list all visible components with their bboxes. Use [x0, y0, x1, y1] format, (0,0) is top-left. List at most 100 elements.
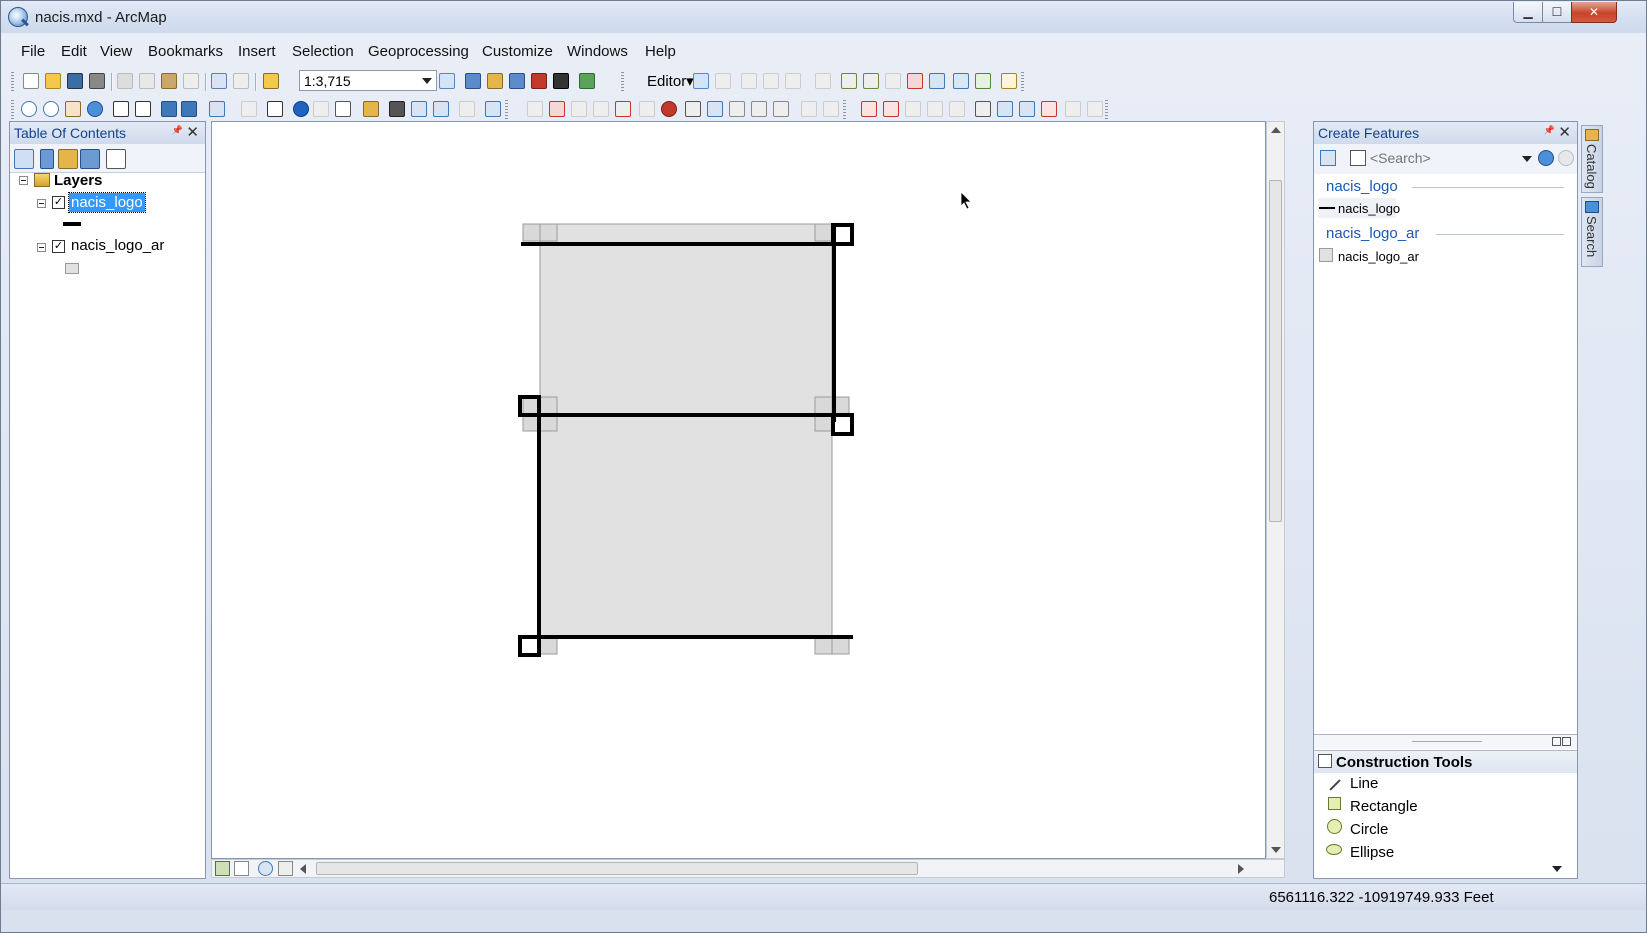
pause-drawing-icon[interactable]: [278, 861, 293, 876]
pin-icon[interactable]: 📌: [172, 125, 183, 136]
redo-icon[interactable]: [233, 73, 249, 89]
layer-visibility-checkbox[interactable]: ✓: [52, 240, 65, 253]
layer-name-nacis-logo[interactable]: nacis_logo: [68, 192, 146, 213]
layers-expander[interactable]: [19, 176, 28, 185]
template-search-input[interactable]: [1370, 149, 1520, 167]
filter-icon[interactable]: [1320, 150, 1336, 166]
map-display[interactable]: [211, 121, 1266, 859]
attributes-icon[interactable]: [953, 73, 969, 89]
find-route-icon[interactable]: [411, 101, 427, 117]
search-side-tab[interactable]: Search: [1581, 197, 1603, 267]
pan-hand-icon[interactable]: [65, 101, 81, 117]
template-item-nacis-logo-ar[interactable]: nacis_logo_ar: [1318, 246, 1419, 266]
scroll-up-icon[interactable]: [1271, 127, 1281, 133]
cut-icon[interactable]: [117, 73, 133, 89]
identify-icon[interactable]: [293, 101, 309, 117]
map-scale-combobox[interactable]: 1:3,715: [299, 70, 437, 91]
full-extent-globe-icon[interactable]: [87, 101, 103, 117]
edit-annotation-icon[interactable]: [715, 73, 731, 89]
toc-options-icon[interactable]: [106, 149, 126, 169]
error-inspector-icon[interactable]: [661, 101, 677, 117]
polygon-symbol-icon[interactable]: [65, 263, 79, 274]
toolbar-grip[interactable]: [843, 100, 846, 120]
layer-expander[interactable]: [37, 199, 46, 208]
menu-geoprocessing[interactable]: Geoprocessing: [368, 43, 469, 60]
add-data-icon[interactable]: [263, 73, 279, 89]
toolbar-grip[interactable]: [11, 72, 14, 92]
trim-icon[interactable]: [927, 101, 943, 117]
python-window-icon[interactable]: [553, 73, 569, 89]
catalog-side-tab[interactable]: Catalog: [1581, 125, 1603, 193]
toolbar-grip[interactable]: [11, 100, 14, 120]
restore-icon[interactable]: [1562, 737, 1571, 746]
toolbar-grip[interactable]: [505, 100, 508, 120]
split-tool-icon[interactable]: [907, 73, 923, 89]
tool-ellipse[interactable]: Ellipse: [1350, 844, 1394, 861]
menu-file[interactable]: File: [21, 43, 45, 60]
organize-templates-icon[interactable]: [1350, 150, 1366, 166]
menu-insert[interactable]: Insert: [238, 43, 276, 60]
close-icon[interactable]: ✕: [186, 123, 199, 141]
layout-view-icon[interactable]: [234, 861, 249, 876]
list-by-visibility-icon[interactable]: [58, 149, 78, 169]
union-icon[interactable]: [823, 101, 839, 117]
continue-feature-icon[interactable]: [751, 101, 767, 117]
html-popup-icon[interactable]: [335, 101, 351, 117]
clear-search-icon[interactable]: [1558, 150, 1574, 166]
tool-line[interactable]: Line: [1350, 775, 1378, 792]
straight-segment-icon[interactable]: [741, 73, 757, 89]
edit-vertices-icon[interactable]: [841, 73, 857, 89]
undo-icon[interactable]: [211, 73, 227, 89]
table-of-contents-window-icon[interactable]: [465, 73, 481, 89]
generalize-icon[interactable]: [685, 101, 701, 117]
move-vertex-icon[interactable]: [1087, 101, 1103, 117]
menu-edit[interactable]: Edit: [61, 43, 87, 60]
extend-icon[interactable]: [905, 101, 921, 117]
delete-vertex-icon[interactable]: [1041, 101, 1057, 117]
add-vertex-icon[interactable]: [1065, 101, 1081, 117]
validate-topology-icon[interactable]: [639, 101, 655, 117]
toolbar-grip[interactable]: [621, 72, 624, 92]
tool-rectangle[interactable]: Rectangle: [1350, 798, 1418, 815]
menu-view[interactable]: View: [100, 43, 132, 60]
horizontal-scrollbar-thumb[interactable]: [316, 862, 918, 875]
arctoolbox-icon[interactable]: [531, 73, 547, 89]
catalog-window-icon[interactable]: [487, 73, 503, 89]
scrollbar-thumb[interactable]: [1269, 180, 1282, 522]
modify-edge-icon[interactable]: [615, 101, 631, 117]
measure-icon[interactable]: [363, 101, 379, 117]
print-icon[interactable]: [89, 73, 105, 89]
fixed-zoom-out-icon[interactable]: [135, 101, 151, 117]
scroll-right-icon[interactable]: [1238, 864, 1244, 874]
close-icon[interactable]: ✕: [1558, 123, 1571, 141]
reshape-feature-icon[interactable]: [863, 73, 879, 89]
topology-edit-icon[interactable]: [527, 101, 543, 117]
chevron-down-icon[interactable]: [422, 78, 432, 84]
minimize-button[interactable]: ▁: [1513, 2, 1543, 23]
modelbuilder-icon[interactable]: [579, 73, 595, 89]
hyperlink-icon[interactable]: [313, 101, 329, 117]
panel-splitter[interactable]: [1314, 734, 1577, 749]
editor-toolbar-toggle-icon[interactable]: [439, 73, 455, 89]
edit-tool-icon[interactable]: [693, 73, 709, 89]
chevron-down-icon[interactable]: [1522, 156, 1532, 162]
end-point-arc-icon[interactable]: [763, 73, 779, 89]
toolbar-grip[interactable]: [1021, 72, 1024, 92]
pin-icon[interactable]: 📌: [1544, 125, 1555, 136]
refresh-icon[interactable]: [258, 861, 273, 876]
map-vertical-scrollbar[interactable]: [1266, 121, 1285, 859]
menu-bookmarks[interactable]: Bookmarks: [148, 43, 223, 60]
cut-polygons-icon[interactable]: [885, 73, 901, 89]
zoom-out-icon[interactable]: [43, 101, 59, 117]
menu-customize[interactable]: Customize: [482, 43, 553, 60]
layer-name-nacis-logo-ar[interactable]: nacis_logo_ar: [71, 237, 164, 254]
map-topology-icon[interactable]: [549, 101, 565, 117]
direction-icon[interactable]: [975, 101, 991, 117]
sketch-properties-icon[interactable]: [975, 73, 991, 89]
toolbar-grip[interactable]: [1105, 100, 1108, 120]
open-folder-icon[interactable]: [45, 73, 61, 89]
forward-arrow-icon[interactable]: [181, 101, 197, 117]
paste-icon[interactable]: [161, 73, 177, 89]
search-window-icon[interactable]: [509, 73, 525, 89]
zoom-in-icon[interactable]: [21, 101, 37, 117]
